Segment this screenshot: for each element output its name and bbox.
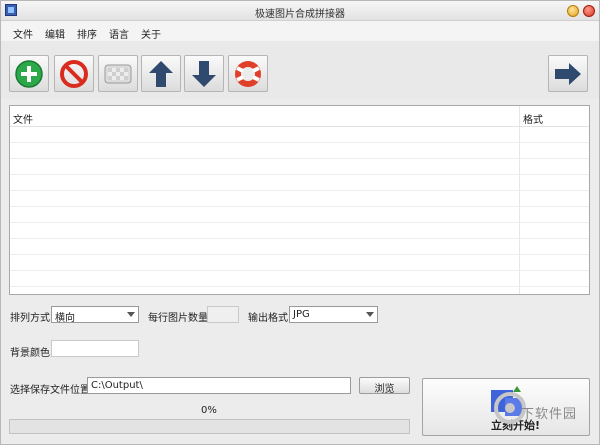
arrow-right-icon [555, 63, 581, 85]
format-select[interactable]: JPG [289, 306, 378, 323]
save-path-input[interactable]: C:\Output\ [87, 377, 351, 394]
watermark-text: 下软件园 [521, 407, 578, 422]
row-divider [10, 142, 589, 143]
window-title: 极速图片合成拼接器 [255, 9, 345, 20]
row-divider [10, 158, 589, 159]
chevron-down-icon [366, 312, 374, 317]
menu-about[interactable]: 关于 [141, 26, 161, 41]
progress-bar [9, 419, 410, 434]
column-header-format[interactable]: 格式 [523, 111, 543, 126]
move-down-button[interactable] [184, 55, 224, 92]
per-row-input[interactable] [207, 306, 239, 323]
close-button[interactable] [583, 5, 595, 17]
column-header-file[interactable]: 文件 [13, 111, 33, 126]
progress-text: 0% [201, 405, 217, 416]
add-images-button[interactable] [9, 55, 49, 92]
arrange-label: 排列方式 [10, 313, 50, 324]
menu-edit[interactable]: 编辑 [45, 26, 65, 41]
toolbar [1, 41, 599, 99]
remove-image-button[interactable] [54, 55, 94, 92]
menu-file[interactable]: 文件 [13, 26, 33, 41]
menu-language[interactable]: 语言 [109, 26, 129, 41]
remove-icon [60, 60, 88, 88]
move-up-icon [149, 61, 173, 87]
column-divider [519, 106, 520, 294]
bg-color-label: 背景颜色 [10, 348, 50, 359]
row-divider [10, 270, 589, 271]
app-window: 极速图片合成拼接器 文件 编辑 排序 语言 关于 文件 格式 排列方式 横向 每… [0, 0, 600, 445]
next-step-button[interactable] [548, 55, 588, 92]
menu-sort[interactable]: 排序 [77, 26, 97, 41]
menu-bar: 文件 编辑 排序 语言 关于 [1, 21, 599, 41]
row-divider [10, 222, 589, 223]
row-divider [10, 238, 589, 239]
file-list[interactable]: 文件 格式 [9, 105, 590, 295]
arrange-value: 横向 [55, 313, 75, 324]
add-icon [15, 60, 43, 88]
move-up-button[interactable] [141, 55, 181, 92]
row-divider [10, 206, 589, 207]
format-label: 输出格式 [248, 313, 288, 324]
list-header: 文件 格式 [10, 106, 589, 127]
title-bar: 极速图片合成拼接器 [1, 1, 599, 21]
format-value: JPG [293, 309, 310, 320]
clear-icon [104, 64, 132, 84]
per-row-label: 每行图片数量 [148, 313, 208, 324]
chevron-down-icon [127, 312, 135, 317]
save-location-label: 选择保存文件位置 [10, 385, 90, 396]
row-divider [10, 254, 589, 255]
row-divider [10, 190, 589, 191]
browse-button[interactable]: 浏览 [359, 377, 410, 395]
clear-list-button[interactable] [98, 55, 138, 92]
move-down-icon [192, 61, 216, 87]
minimize-button[interactable] [567, 5, 579, 17]
help-icon [235, 61, 261, 87]
arrange-select[interactable]: 横向 [51, 306, 139, 324]
row-divider [10, 286, 589, 287]
help-button[interactable] [228, 55, 268, 92]
bg-color-field[interactable] [51, 340, 139, 357]
row-divider [10, 174, 589, 175]
